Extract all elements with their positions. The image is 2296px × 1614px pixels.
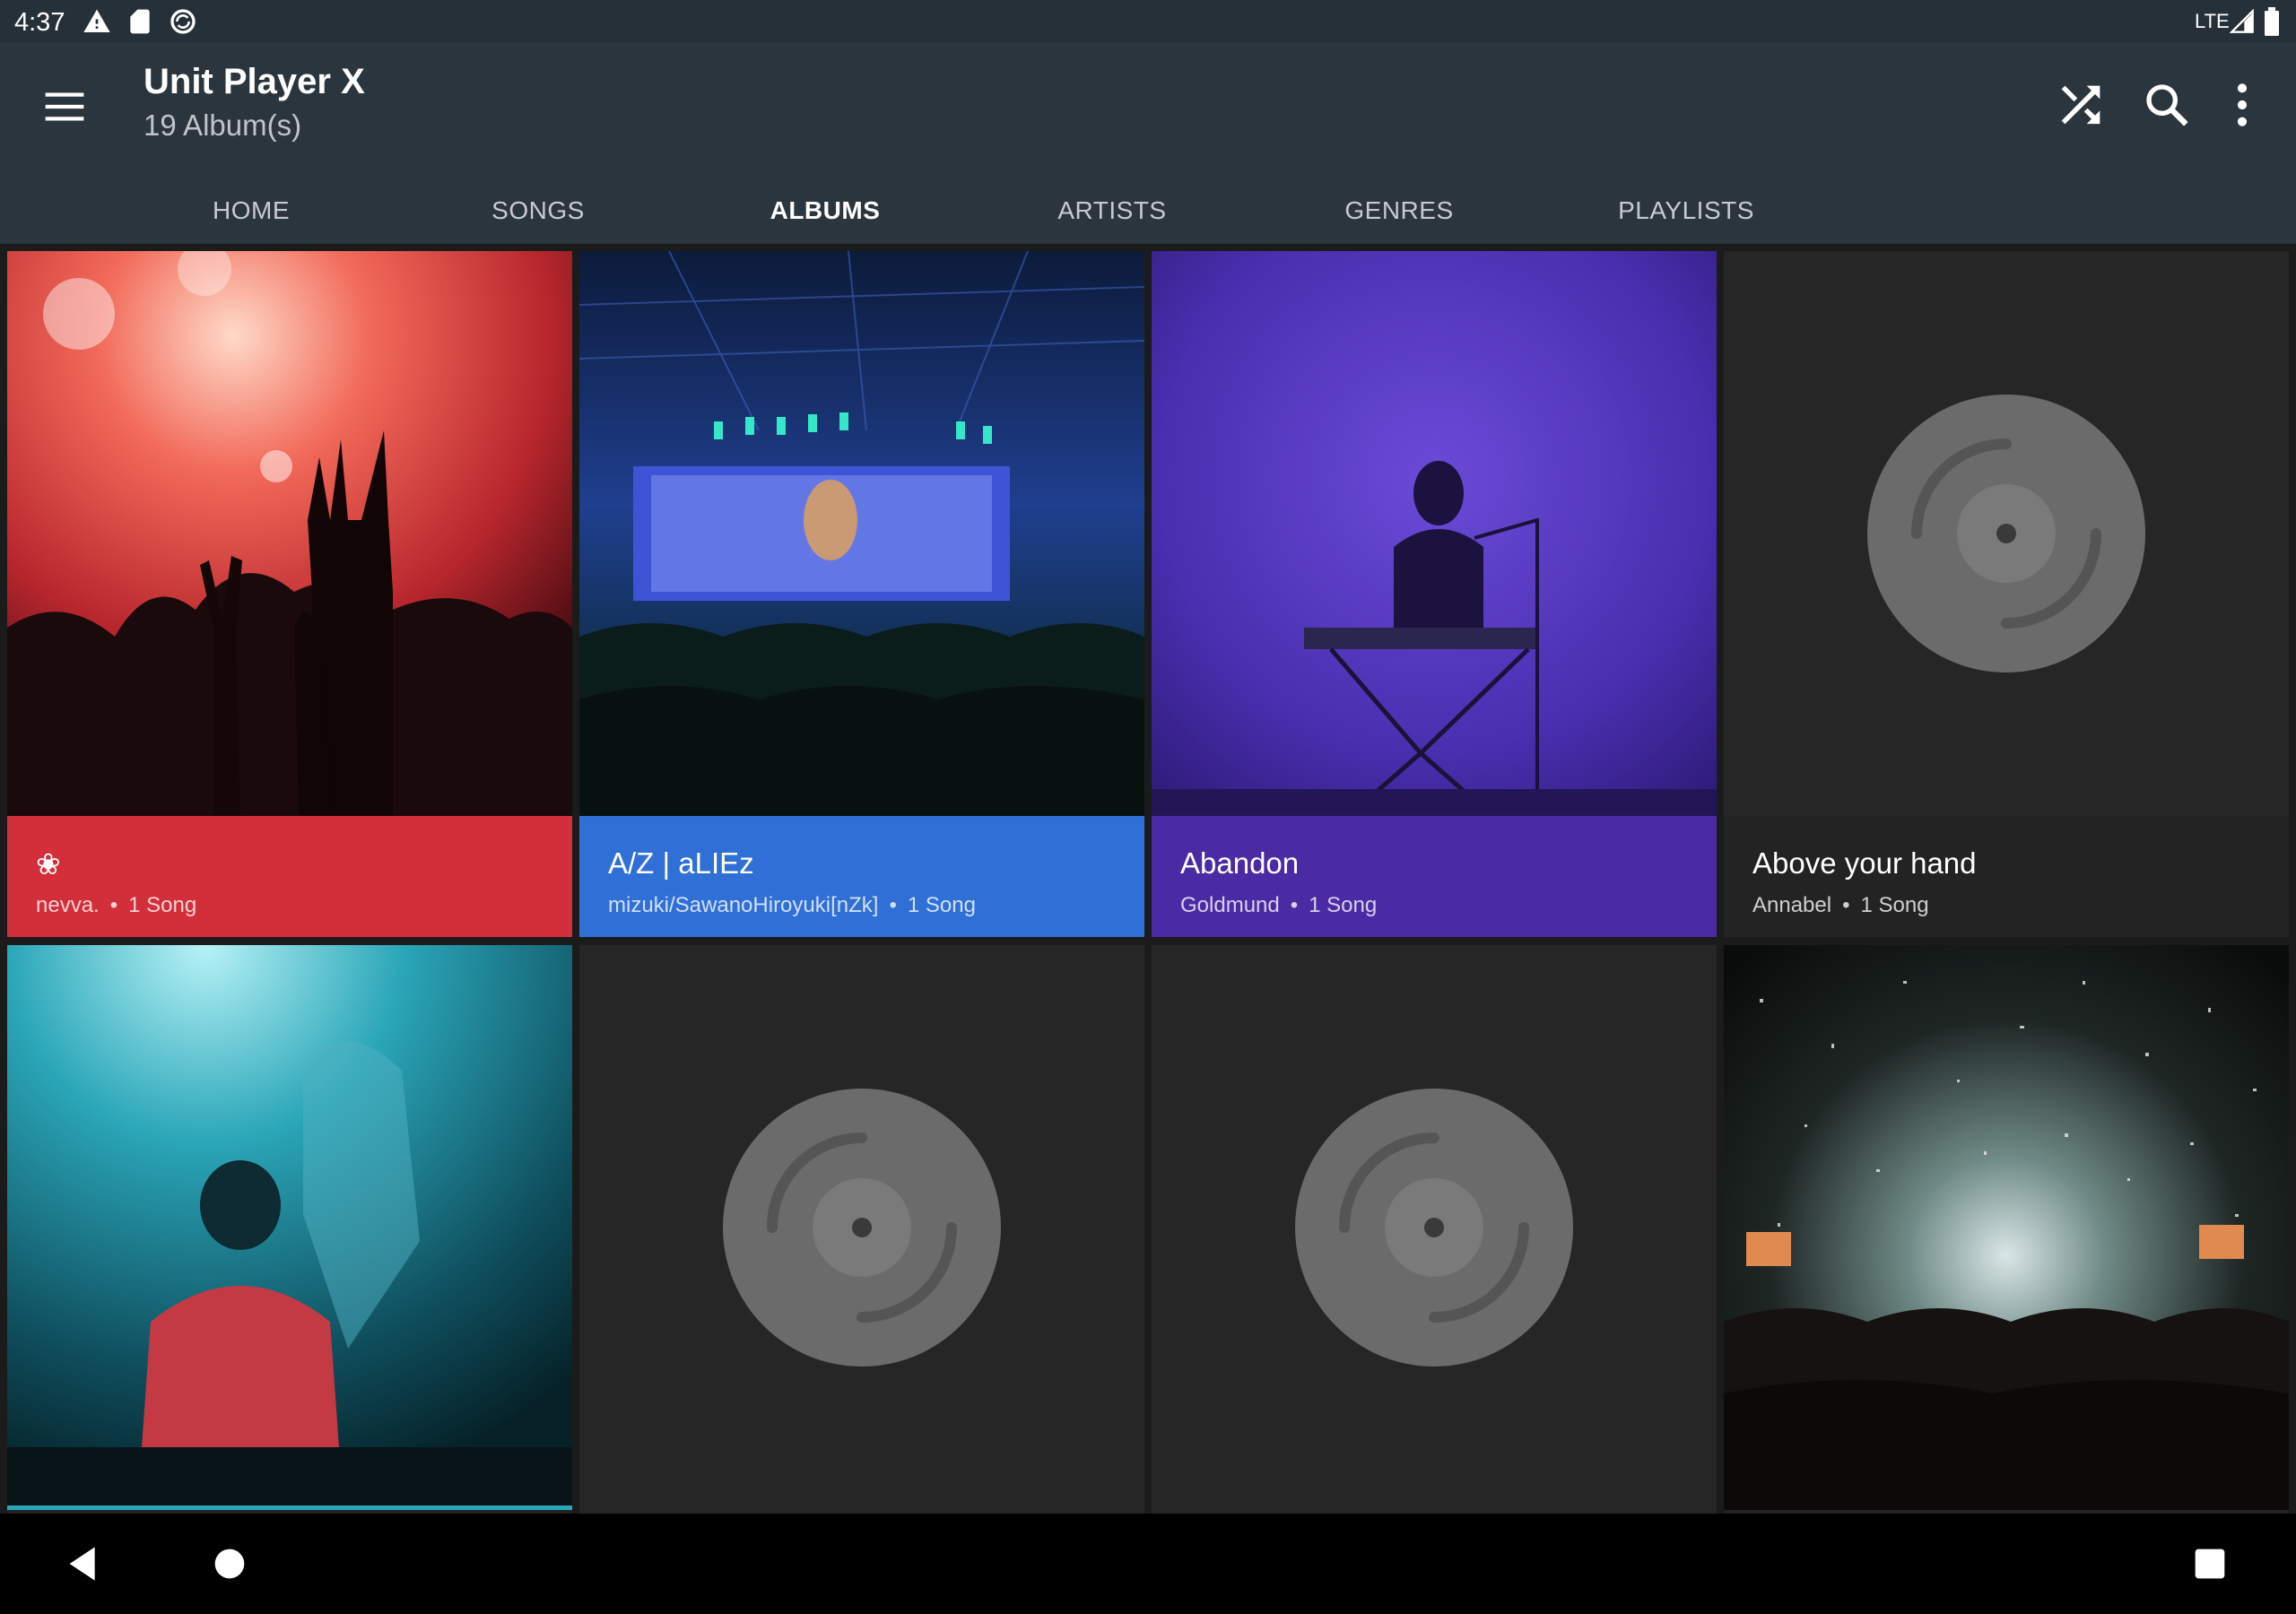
album-artist: nevva. <box>36 893 100 917</box>
song-count: 1 Song <box>128 893 197 917</box>
tab-label: HOME <box>213 196 290 224</box>
album-subtitle: Annabel • 1 Song <box>1752 893 1929 918</box>
album-art <box>1152 251 1717 816</box>
tab-label: ALBUMS <box>770 196 881 224</box>
album-title: Abandon <box>1180 846 1300 880</box>
tab-label: PLAYLISTS <box>1618 196 1754 224</box>
album-card[interactable] <box>7 945 572 1514</box>
recents-icon[interactable] <box>2185 1539 2235 1589</box>
status-bar: 4:37 LTE <box>0 0 2296 42</box>
album-grid: ❀ nevva. • 1 Song A/Z | aLIEz mizuki/Saw… <box>0 244 2296 1514</box>
album-card[interactable] <box>1724 945 2289 1514</box>
separator: • <box>889 893 897 917</box>
album-subtitle: mizuki/SawanoHiroyuki[nZk] • 1 Song <box>608 893 976 918</box>
app-bar: Unit Player X 19 Album(s) HOME SONGS ALB… <box>0 42 2296 286</box>
album-placeholder-icon <box>1867 395 2145 672</box>
battery-icon <box>2265 7 2279 36</box>
separator: • <box>1290 893 1299 917</box>
album-artist: mizuki/SawanoHiroyuki[nZk] <box>608 893 879 917</box>
album-art <box>579 251 1144 816</box>
album-title: A/Z | aLIEz <box>608 846 754 880</box>
album-card[interactable]: ❀ nevva. • 1 Song <box>7 251 572 937</box>
album-art <box>1724 945 2289 1510</box>
tab-label: SONGS <box>491 196 585 224</box>
tab-label: GENRES <box>1344 196 1454 224</box>
more-vert-icon[interactable] <box>2213 76 2271 134</box>
album-card[interactable]: A/Z | aLIEz mizuki/SawanoHiroyuki[nZk] • 1… <box>579 251 1144 937</box>
status-time: 4:37 <box>14 8 65 37</box>
album-art <box>7 945 572 1510</box>
separator: • <box>109 893 118 917</box>
navigation-bar <box>0 1514 2296 1614</box>
album-card[interactable] <box>1152 945 1717 1514</box>
separator: • <box>1842 893 1850 917</box>
signal-icon <box>2230 9 2254 33</box>
song-count: 1 Song <box>1309 893 1378 917</box>
sync-icon <box>170 9 196 34</box>
shuffle-icon[interactable] <box>2052 76 2109 134</box>
album-info: Abandon Goldmund • 1 Song <box>1152 816 1717 937</box>
album-title: ❀ <box>36 847 61 881</box>
album-art <box>7 251 572 816</box>
tab-label: ARTISTS <box>1057 196 1167 224</box>
album-card[interactable]: Abandon Goldmund • 1 Song <box>1152 251 1717 937</box>
album-info: A/Z | aLIEz mizuki/SawanoHiroyuki[nZk] • 1… <box>579 816 1144 937</box>
alert-icon <box>83 9 110 32</box>
album-title: Above your hand <box>1752 846 1977 880</box>
app-title: Unit Player X <box>144 62 365 101</box>
album-card[interactable]: Above your hand Annabel • 1 Song <box>1724 251 2289 937</box>
screen: 4:37 LTE Unit Player X 19 Album(s) HOME … <box>0 0 2296 1614</box>
home-icon[interactable] <box>204 1539 255 1589</box>
album-artist: Annabel <box>1752 893 1832 917</box>
album-info: ❀ nevva. • 1 Song <box>7 816 572 937</box>
back-icon[interactable] <box>59 1539 109 1589</box>
menu-icon[interactable] <box>36 78 93 135</box>
album-subtitle: Goldmund • 1 Song <box>1180 893 1377 918</box>
search-icon[interactable] <box>2138 76 2196 134</box>
song-count: 1 Song <box>907 893 976 917</box>
song-count: 1 Song <box>1860 893 1929 917</box>
album-info: Above your hand Annabel • 1 Song <box>1724 816 2289 937</box>
sd-card-icon <box>130 9 150 34</box>
album-placeholder-icon <box>1295 1089 1573 1367</box>
album-card[interactable] <box>579 945 1144 1514</box>
album-subtitle: nevva. • 1 Song <box>36 893 196 918</box>
album-placeholder-icon <box>723 1089 1001 1367</box>
network-type: LTE <box>2195 10 2230 32</box>
album-count: 19 Album(s) <box>144 108 302 142</box>
album-artist: Goldmund <box>1180 893 1280 917</box>
